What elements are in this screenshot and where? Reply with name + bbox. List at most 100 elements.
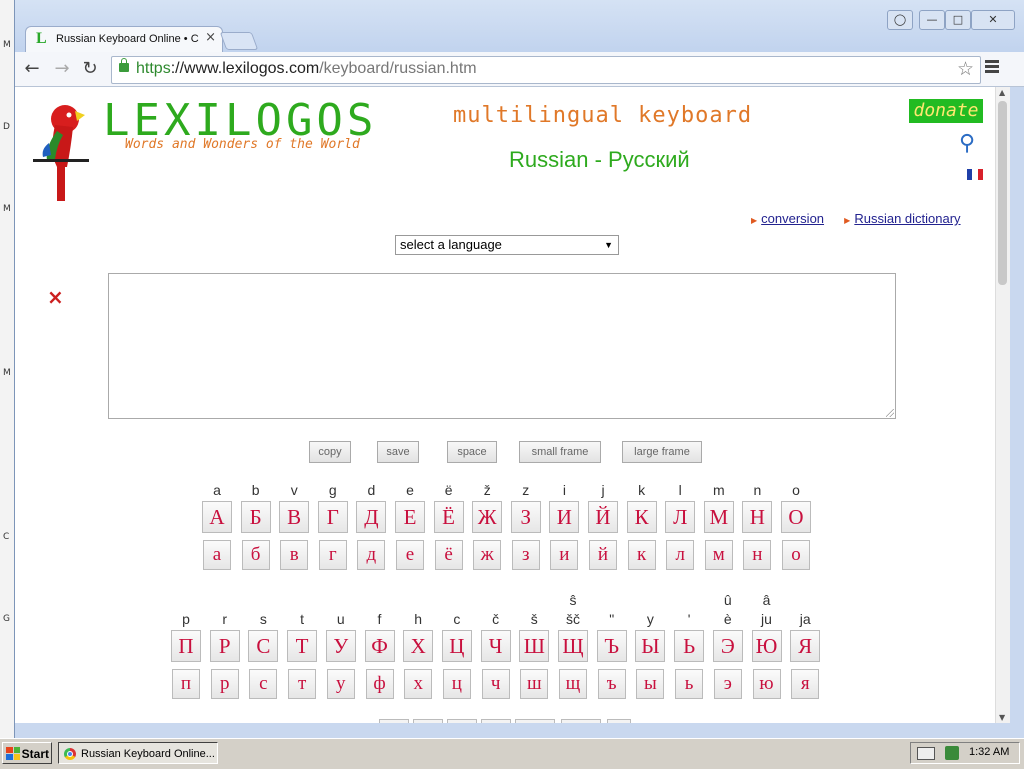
- minimize-button[interactable]: —: [919, 10, 945, 30]
- vertical-scrollbar[interactable]: ▲ ▼: [995, 87, 1010, 723]
- uppercase-key[interactable]: Я: [790, 630, 821, 662]
- uppercase-key[interactable]: Ю: [751, 630, 782, 662]
- text-area[interactable]: [108, 273, 896, 419]
- uppercase-key[interactable]: А: [202, 501, 232, 533]
- lowercase-key[interactable]: э: [713, 669, 742, 699]
- lowercase-key[interactable]: я: [791, 669, 820, 699]
- keyboard-icon[interactable]: [917, 747, 935, 760]
- lowercase-key[interactable]: х: [404, 669, 433, 699]
- lowercase-key[interactable]: и: [550, 540, 579, 570]
- lowercase-key[interactable]: м: [704, 540, 733, 570]
- lowercase-key[interactable]: б: [241, 540, 270, 570]
- lowercase-key[interactable]: л: [666, 540, 695, 570]
- start-button[interactable]: Start: [2, 742, 52, 764]
- uppercase-key[interactable]: Ё: [433, 501, 464, 533]
- large-frame-button[interactable]: large frame: [622, 441, 702, 463]
- uppercase-key[interactable]: Т: [287, 630, 318, 662]
- uppercase-key[interactable]: И: [549, 501, 580, 533]
- uppercase-key[interactable]: Ь: [674, 630, 705, 662]
- back-arrow-icon[interactable]: ←: [21, 58, 43, 80]
- save-button[interactable]: save: [377, 441, 419, 463]
- lowercase-key[interactable]: к: [627, 540, 656, 570]
- lowercase-key[interactable]: г: [318, 540, 347, 570]
- uppercase-key[interactable]: Р: [209, 630, 240, 662]
- french-flag-icon[interactable]: [967, 169, 983, 180]
- language-select[interactable]: select a language ▼: [395, 235, 619, 255]
- browser-tab[interactable]: L Russian Keyboard Online • C ×: [25, 26, 223, 53]
- uppercase-key[interactable]: К: [626, 501, 657, 533]
- lowercase-key[interactable]: щ: [559, 669, 587, 699]
- lowercase-key[interactable]: ы: [636, 669, 665, 699]
- lowercase-key[interactable]: з: [511, 540, 540, 570]
- uppercase-key[interactable]: Д: [356, 501, 387, 533]
- close-tab-icon[interactable]: ×: [205, 30, 216, 45]
- uppercase-key[interactable]: В: [279, 501, 310, 533]
- chrome-menu-icon[interactable]: [985, 60, 999, 75]
- uppercase-key[interactable]: П: [171, 630, 201, 662]
- lowercase-key[interactable]: ъ: [597, 669, 626, 699]
- uppercase-key[interactable]: М: [703, 501, 734, 533]
- lowercase-key[interactable]: й: [589, 540, 617, 570]
- resize-grip-icon[interactable]: [886, 409, 894, 417]
- lowercase-key[interactable]: ф: [365, 669, 394, 699]
- uppercase-key[interactable]: Х: [403, 630, 434, 662]
- lowercase-key[interactable]: о: [782, 540, 810, 570]
- lowercase-key[interactable]: у: [326, 669, 355, 699]
- lowercase-key[interactable]: р: [210, 669, 239, 699]
- copy-button[interactable]: copy: [309, 441, 351, 463]
- lowercase-key[interactable]: ж: [473, 540, 502, 570]
- donate-button[interactable]: donate: [909, 99, 983, 123]
- lowercase-key[interactable]: е: [396, 540, 424, 570]
- uppercase-key[interactable]: Ч: [480, 630, 511, 662]
- uppercase-key[interactable]: З: [510, 501, 541, 533]
- lowercase-key[interactable]: т: [288, 669, 317, 699]
- lowercase-key[interactable]: п: [172, 669, 200, 699]
- network-icon[interactable]: [945, 746, 959, 760]
- lowercase-key[interactable]: ц: [442, 669, 471, 699]
- russian-dictionary-link[interactable]: Russian dictionary: [854, 211, 960, 226]
- scroll-up-icon[interactable]: ▲: [999, 88, 1005, 97]
- uppercase-key[interactable]: Э: [712, 630, 743, 662]
- uppercase-key[interactable]: Е: [395, 501, 425, 533]
- space-button[interactable]: space: [447, 441, 497, 463]
- forward-arrow-icon[interactable]: →: [51, 58, 73, 80]
- uppercase-key[interactable]: Ж: [472, 501, 503, 533]
- uppercase-key[interactable]: Щ: [558, 630, 588, 662]
- uppercase-key[interactable]: Ц: [441, 630, 472, 662]
- lowercase-key[interactable]: в: [280, 540, 309, 570]
- conversion-link[interactable]: conversion: [761, 211, 824, 226]
- uppercase-key[interactable]: Н: [742, 501, 773, 533]
- lowercase-key[interactable]: ё: [434, 540, 463, 570]
- taskbar-item-chrome[interactable]: Russian Keyboard Online...: [58, 742, 218, 764]
- uppercase-key[interactable]: Л: [665, 501, 696, 533]
- maximize-button[interactable]: □: [945, 10, 971, 30]
- bookmark-star-icon[interactable]: ☆: [957, 58, 974, 80]
- lowercase-key[interactable]: с: [249, 669, 278, 699]
- lowercase-key[interactable]: ч: [481, 669, 510, 699]
- address-bar[interactable]: https://www.lexilogos.com/keyboard/russi…: [111, 56, 981, 84]
- close-window-button[interactable]: ✕: [971, 10, 1015, 30]
- uppercase-key[interactable]: У: [325, 630, 356, 662]
- uppercase-key[interactable]: Й: [588, 501, 618, 533]
- uppercase-key[interactable]: Ы: [635, 630, 666, 662]
- search-magnifier-icon[interactable]: ⚲: [959, 131, 975, 156]
- uppercase-key[interactable]: Ф: [364, 630, 395, 662]
- clear-text-icon[interactable]: ×: [47, 285, 64, 309]
- lowercase-key[interactable]: д: [357, 540, 386, 570]
- new-tab-button[interactable]: [219, 32, 259, 50]
- uppercase-key[interactable]: С: [248, 630, 279, 662]
- lowercase-key[interactable]: н: [743, 540, 772, 570]
- lowercase-key[interactable]: ш: [520, 669, 549, 699]
- uppercase-key[interactable]: Б: [240, 501, 271, 533]
- uppercase-key[interactable]: Ъ: [596, 630, 627, 662]
- lowercase-key[interactable]: ю: [752, 669, 781, 699]
- lowercase-key[interactable]: а: [203, 540, 231, 570]
- uppercase-key[interactable]: Г: [317, 501, 348, 533]
- scroll-down-icon[interactable]: ▼: [999, 713, 1005, 722]
- reload-icon[interactable]: ↻: [79, 58, 101, 80]
- user-profile-icon[interactable]: ◯: [887, 10, 913, 30]
- scrollbar-thumb[interactable]: [998, 101, 1007, 285]
- uppercase-key[interactable]: Ш: [519, 630, 550, 662]
- small-frame-button[interactable]: small frame: [519, 441, 601, 463]
- uppercase-key[interactable]: О: [781, 501, 811, 533]
